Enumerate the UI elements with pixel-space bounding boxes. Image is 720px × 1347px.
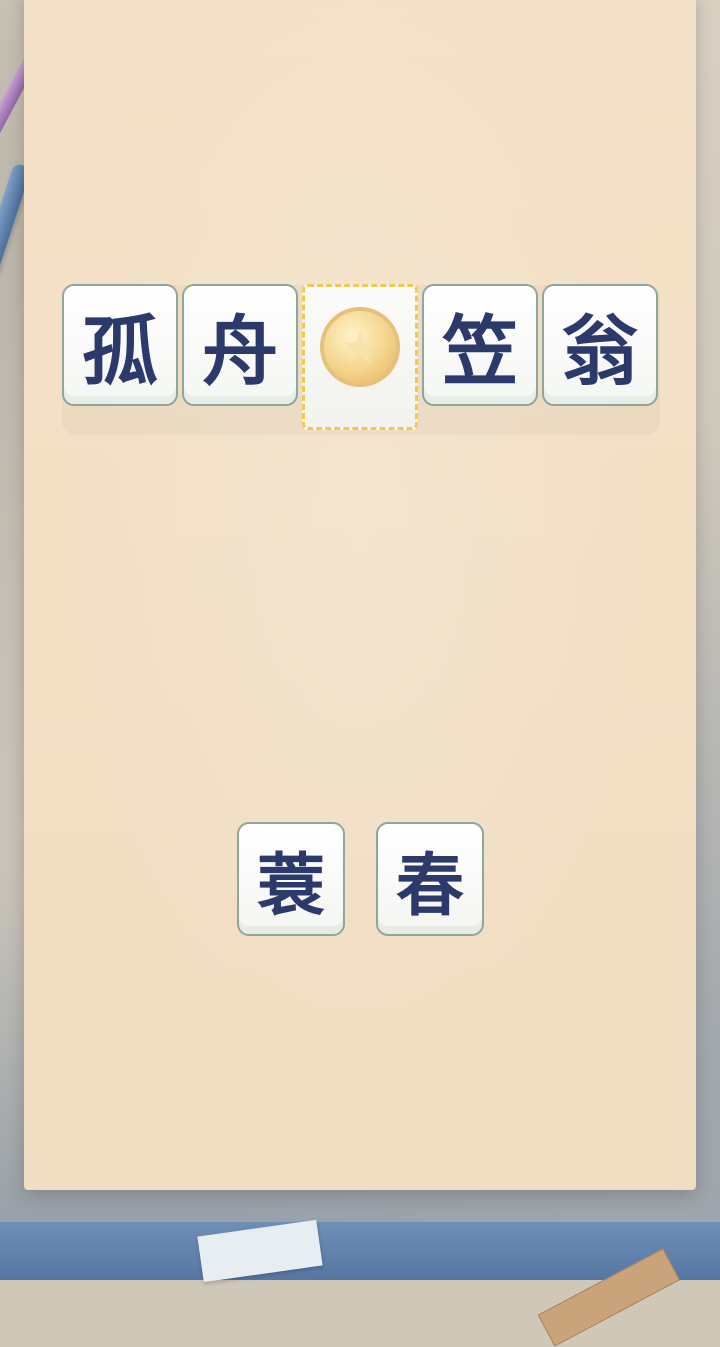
tile-char: 笠: [422, 284, 538, 406]
answer-tile-1[interactable]: 孤: [62, 284, 178, 430]
tile-char: 舟: [182, 284, 298, 406]
tile-char: 蓑: [237, 822, 345, 936]
empty-answer-slot[interactable]: ★: [302, 284, 418, 430]
tile-char: 翁: [542, 284, 658, 406]
bottom-desk-strip: [0, 1222, 720, 1280]
choice-tile-2[interactable]: 春: [376, 822, 484, 958]
tile-char: 春: [376, 822, 484, 936]
tile-char: 孤: [62, 284, 178, 406]
answer-tile-5[interactable]: 翁: [542, 284, 658, 430]
paper-board: [24, 0, 696, 1190]
answer-tile-4[interactable]: 笠: [422, 284, 538, 430]
star-coin-icon: ★: [320, 307, 400, 387]
empty-slot-frame: ★: [302, 284, 418, 430]
choice-tile-1[interactable]: 蓑: [237, 822, 345, 958]
answer-tile-2[interactable]: 舟: [182, 284, 298, 430]
